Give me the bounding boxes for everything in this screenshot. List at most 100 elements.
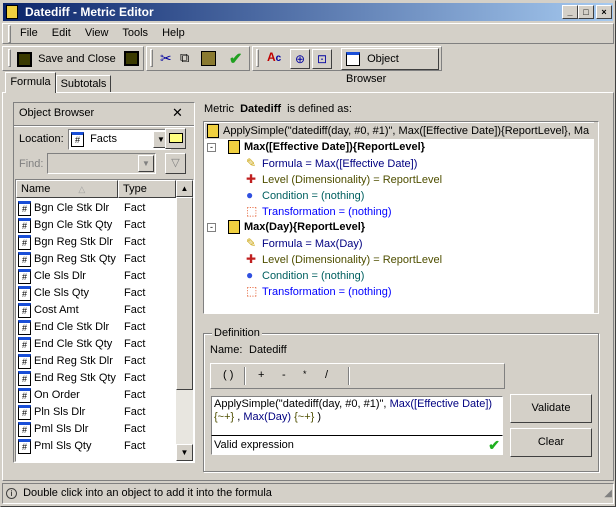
formula-icon: ✎: [246, 236, 257, 250]
item-name: On Order: [34, 389, 80, 401]
metric-icon: [228, 140, 240, 155]
item-type: Fact: [124, 355, 146, 367]
plus-button[interactable]: +: [258, 369, 264, 381]
tree-node[interactable]: - Max([Effective Date]){ReportLevel}: [207, 139, 425, 155]
location-dropdown[interactable]: # Facts ▼: [68, 129, 171, 150]
tree-node[interactable]: - Max(Day){ReportLevel}: [207, 219, 365, 235]
fact-icon: #: [18, 217, 31, 233]
fact-icon: #: [18, 319, 31, 335]
scroll-down-icon[interactable]: ▼: [176, 444, 193, 461]
paste-icon[interactable]: [201, 51, 216, 66]
divide-button[interactable]: /: [325, 369, 328, 381]
object-list: Name △ Type # Bgn Cle Stk Dlr Fact # Bgn Cle …: [15, 179, 194, 462]
menu-edit[interactable]: Edit: [52, 27, 71, 39]
parentheses-button[interactable]: ( ): [223, 369, 233, 381]
chevron-down-icon[interactable]: ▼: [138, 155, 154, 172]
scroll-up-icon[interactable]: ▲: [176, 180, 193, 197]
maximize-button[interactable]: □: [578, 5, 594, 19]
tree-formula[interactable]: ✎ Formula = Max(Day): [246, 235, 363, 251]
list-item[interactable]: # Cost Amt Fact: [18, 302, 176, 319]
menu-file[interactable]: File: [20, 27, 38, 39]
fact-icon: #: [18, 234, 31, 250]
close-button[interactable]: ×: [596, 5, 612, 19]
clear-button[interactable]: Clear: [510, 428, 592, 457]
tree-condition[interactable]: ● Condition = (nothing): [246, 267, 364, 283]
collapse-icon[interactable]: -: [207, 222, 216, 232]
info-icon: i: [6, 487, 17, 499]
list-item[interactable]: # End Cle Stk Qty Fact: [18, 336, 176, 353]
cut-icon[interactable]: ✂: [160, 50, 172, 67]
scrollbar-thumb[interactable]: [176, 197, 193, 390]
menu-view[interactable]: View: [85, 27, 109, 39]
vertical-scrollbar[interactable]: ▲ ▼: [176, 180, 193, 461]
object-browser-close-icon[interactable]: ✕: [172, 105, 183, 121]
item-name: Bgn Cle Stk Dlr: [34, 202, 110, 214]
toolbar-grip[interactable]: [256, 49, 259, 67]
list-item[interactable]: # On Order Fact: [18, 387, 176, 404]
validate-sum-icon[interactable]: ✔: [229, 49, 242, 69]
tree-condition[interactable]: ● Condition = (nothing): [246, 187, 364, 203]
item-name: Bgn Reg Stk Dlr: [34, 236, 113, 248]
fact-icon: #: [18, 251, 31, 267]
list-item[interactable]: # Pln Sls Dlr Fact: [18, 404, 176, 421]
tree-level[interactable]: ✚ Level (Dimensionality) = ReportLevel: [246, 251, 442, 267]
tree-level[interactable]: ✚ Level (Dimensionality) = ReportLevel: [246, 171, 442, 187]
tree-formula[interactable]: ✎ Formula = Max([Effective Date]): [246, 155, 417, 171]
window-title: Datediff - Metric Editor: [25, 5, 154, 19]
list-item[interactable]: # Bgn Reg Stk Qty Fact: [18, 251, 176, 268]
floppy-disk-icon: [17, 51, 32, 67]
list-item[interactable]: # Pml Sls Qty Fact: [18, 438, 176, 455]
transformation-icon: ⬚: [246, 204, 258, 218]
item-name: Cle Sls Qty: [34, 287, 90, 299]
list-item[interactable]: # Bgn Reg Stk Dlr Fact: [18, 234, 176, 251]
menu-help[interactable]: Help: [162, 27, 185, 39]
tab-subtotals[interactable]: Subtotals: [56, 75, 111, 92]
menu-bar: File Edit View Tools Help: [2, 23, 614, 44]
save-icon[interactable]: [124, 51, 139, 66]
list-item[interactable]: # End Cle Stk Dlr Fact: [18, 319, 176, 336]
multiply-button[interactable]: *: [303, 369, 307, 379]
column-header-type[interactable]: Type: [118, 180, 176, 198]
metric-icon: [207, 124, 219, 139]
tree-transformation[interactable]: ⬚ Transformation = (nothing): [246, 283, 392, 299]
tree-transformation[interactable]: ⬚ Transformation = (nothing): [246, 203, 392, 219]
metric-icon: [6, 5, 18, 19]
list-item[interactable]: # Cle Sls Qty Fact: [18, 285, 176, 302]
formula-editor[interactable]: ApplySimple("datediff(day, #0, #1)", Max…: [211, 396, 503, 436]
save-and-close-button[interactable]: Save and Close: [17, 50, 116, 68]
collapse-icon[interactable]: -: [207, 142, 216, 152]
tree-root[interactable]: ApplySimple("datediff(day, #0, #1)", Max…: [205, 123, 597, 139]
copy-icon[interactable]: ⧉: [180, 50, 189, 66]
toolbar-grip[interactable]: [150, 49, 153, 67]
menu-tools[interactable]: Tools: [122, 27, 148, 39]
item-name: End Cle Stk Dlr: [34, 321, 110, 333]
filter-icon[interactable]: ▽: [165, 153, 186, 174]
item-type: Fact: [124, 440, 146, 452]
item-type: Fact: [124, 253, 146, 265]
item-name: End Reg Stk Qty: [34, 372, 116, 384]
list-item[interactable]: # Cle Sls Dlr Fact: [18, 268, 176, 285]
list-item[interactable]: # Bgn Cle Stk Dlr Fact: [18, 200, 176, 217]
tab-formula[interactable]: Formula: [5, 72, 56, 93]
list-item[interactable]: # Pml Sls Dlr Fact: [18, 421, 176, 438]
minimize-button[interactable]: _: [562, 5, 578, 19]
object-browser-title: Object Browser: [19, 107, 95, 119]
toolbar-edit: ✂ ⧉ ✔: [146, 46, 250, 71]
column-header-name[interactable]: Name △: [16, 180, 118, 198]
menu-grip[interactable]: [8, 25, 11, 43]
zoom-in-icon[interactable]: ⊕: [290, 49, 310, 69]
fact-icon: #: [18, 285, 31, 301]
minus-button[interactable]: -: [282, 369, 286, 381]
condition-icon: ●: [246, 268, 254, 282]
zoom-fit-icon[interactable]: ⊡: [312, 49, 332, 69]
list-item[interactable]: # End Reg Stk Dlr Fact: [18, 353, 176, 370]
list-item[interactable]: # End Reg Stk Qty Fact: [18, 370, 176, 387]
spell-check-icon[interactable]: Ac: [267, 50, 281, 64]
toolbar-grip[interactable]: [8, 49, 11, 67]
find-input[interactable]: ▼: [47, 153, 156, 174]
object-browser-button[interactable]: Object Browser: [341, 48, 439, 85]
parent-folder-button[interactable]: [165, 128, 186, 149]
validate-button[interactable]: Validate: [510, 394, 592, 423]
list-item[interactable]: # Bgn Cle Stk Qty Fact: [18, 217, 176, 234]
resize-grip-icon[interactable]: ◢: [604, 484, 612, 503]
